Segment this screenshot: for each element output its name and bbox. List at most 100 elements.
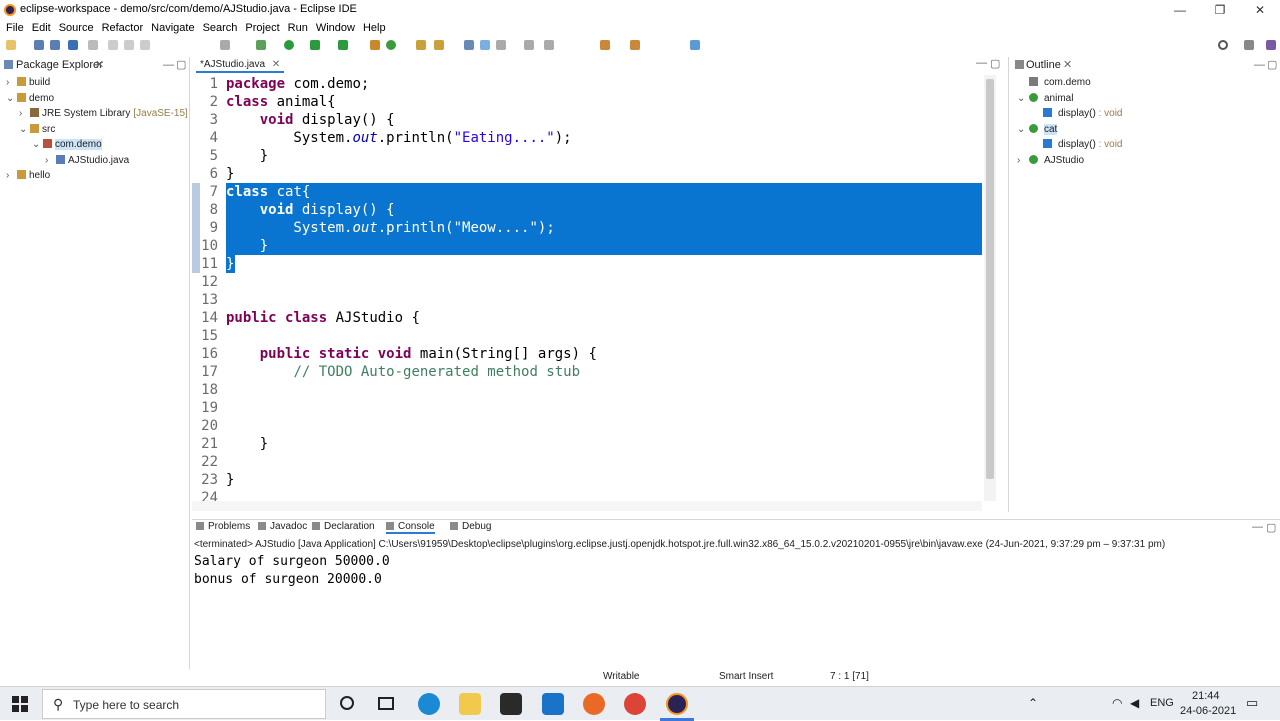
new-icon[interactable] xyxy=(6,40,16,50)
code-area[interactable]: 1 package com.demo; 2 class animal{3 void d… xyxy=(192,75,982,501)
maximize-outline-icon[interactable]: ▢ xyxy=(1267,57,1277,73)
code-line[interactable]: 6} xyxy=(192,165,982,183)
package-tree-item[interactable]: › AJStudio.java xyxy=(45,154,129,166)
edge-icon[interactable] xyxy=(418,693,440,715)
debug-icon[interactable] xyxy=(256,40,266,50)
highlight-icon[interactable] xyxy=(480,40,490,50)
tab-console[interactable]: Console xyxy=(386,521,435,534)
code-line[interactable]: 23} xyxy=(192,471,982,489)
search-icon[interactable] xyxy=(1218,40,1228,50)
chevron-right-icon[interactable]: › xyxy=(45,155,55,166)
annotation-icon[interactable] xyxy=(464,40,474,50)
maximize-view-icon[interactable]: ▢ xyxy=(176,57,186,73)
store-icon[interactable] xyxy=(500,693,522,715)
tab-javadoc[interactable]: Javadoc xyxy=(258,521,307,532)
package-tree-item[interactable]: ⌄ demo xyxy=(6,92,54,104)
chevron-down-icon[interactable]: ⌄ xyxy=(1017,93,1027,104)
maximize-button[interactable]: ❐ xyxy=(1200,0,1240,20)
external-tools-icon[interactable] xyxy=(338,40,348,50)
code-line[interactable]: 15 xyxy=(192,327,982,345)
outline-item[interactable]: › AJStudio xyxy=(1017,154,1084,166)
task-view-icon[interactable] xyxy=(378,697,394,710)
mail-icon[interactable] xyxy=(542,693,564,715)
close-button[interactable]: ✕ xyxy=(1240,0,1280,20)
package-tree-item[interactable]: ⌄ src xyxy=(19,123,55,135)
code-line[interactable]: 10 } xyxy=(192,237,982,255)
close-editor-icon[interactable]: ✕ xyxy=(272,59,280,70)
menu-window[interactable]: Window xyxy=(312,20,359,36)
menu-search[interactable]: Search xyxy=(199,20,242,36)
menu-run[interactable]: Run xyxy=(284,20,312,36)
chevron-down-icon[interactable]: ⌄ xyxy=(32,139,42,150)
tab-problems[interactable]: Problems xyxy=(196,521,250,532)
code-line[interactable]: 7 class cat{ xyxy=(192,183,982,201)
clock-time[interactable]: 21:44 xyxy=(1192,690,1220,702)
file-explorer-icon[interactable] xyxy=(459,693,481,715)
maximize-console-icon[interactable]: ▢ xyxy=(1266,521,1276,534)
code-line[interactable]: 1 package com.demo; xyxy=(192,75,982,93)
suspend-icon[interactable] xyxy=(124,40,134,50)
package-tree-item[interactable]: › build xyxy=(6,77,50,88)
outline-tab[interactable]: Outline xyxy=(1026,57,1061,73)
perspective-icon[interactable] xyxy=(1244,40,1254,50)
tray-chevron-icon[interactable]: ⌃ xyxy=(1028,696,1038,710)
package-tree-item[interactable]: › hello xyxy=(6,170,50,181)
outline-item[interactable]: ⌄ cat xyxy=(1017,123,1058,135)
editor-tab[interactable]: *AJStudio.java ✕ xyxy=(196,57,285,73)
package-tree-item[interactable]: › JRE System Library [JavaSE-15] xyxy=(19,108,188,119)
outline-item[interactable]: display() : void xyxy=(1041,108,1122,119)
code-line[interactable]: 19 xyxy=(192,399,982,417)
show-whitespace-icon[interactable] xyxy=(524,40,534,50)
block-select-icon[interactable] xyxy=(496,40,506,50)
toggle-icon[interactable] xyxy=(220,40,230,50)
chevron-right-icon[interactable]: › xyxy=(19,108,29,119)
chevron-right-icon[interactable]: › xyxy=(6,77,16,88)
code-line[interactable]: 12 xyxy=(192,273,982,291)
forward-icon[interactable] xyxy=(630,40,640,50)
eclipse-taskbar-icon[interactable] xyxy=(666,693,688,715)
code-line[interactable]: 21 } xyxy=(192,435,982,453)
chrome-icon[interactable] xyxy=(624,693,646,715)
editor-scroll-thumb[interactable] xyxy=(986,79,994,479)
terminate-icon[interactable] xyxy=(140,40,150,50)
code-line[interactable]: 13 xyxy=(192,291,982,309)
minimize-editor-icon[interactable]: — xyxy=(976,57,987,69)
wifi-icon[interactable]: ◠ xyxy=(1112,696,1122,710)
code-line[interactable]: 24 xyxy=(192,489,982,501)
code-line[interactable]: 3 void display() { xyxy=(192,111,982,129)
code-line[interactable]: 16 public static void main(String[] args… xyxy=(192,345,982,363)
tab-debug[interactable]: Debug xyxy=(450,521,491,532)
code-line[interactable]: 20 xyxy=(192,417,982,435)
minimize-button[interactable]: — xyxy=(1160,0,1200,20)
menu-edit[interactable]: Edit xyxy=(28,20,55,36)
menu-source[interactable]: Source xyxy=(55,20,98,36)
save-all-icon[interactable] xyxy=(50,40,60,50)
minimize-console-icon[interactable]: — xyxy=(1252,521,1263,533)
code-line[interactable]: 4 System.out.println("Eating...."); xyxy=(192,129,982,147)
close-outline-icon[interactable]: ✕ xyxy=(1063,57,1072,73)
chevron-down-icon[interactable]: ⌄ xyxy=(1017,124,1027,135)
coverage-icon[interactable] xyxy=(310,40,320,50)
editor-hscrollbar[interactable] xyxy=(192,501,982,511)
run-icon[interactable] xyxy=(284,40,294,50)
code-line[interactable]: 17 // TODO Auto-generated method stub xyxy=(192,363,982,381)
chevron-down-icon[interactable]: ⌄ xyxy=(19,124,29,135)
open-type-icon[interactable] xyxy=(416,40,426,50)
back-icon[interactable] xyxy=(600,40,610,50)
outline-item[interactable]: display() : void xyxy=(1041,139,1122,150)
code-line[interactable]: 8 void display() { xyxy=(192,201,982,219)
notification-icon[interactable]: ▭ xyxy=(1246,695,1258,711)
menu-help[interactable]: Help xyxy=(359,20,390,36)
menu-navigate[interactable]: Navigate xyxy=(147,20,198,36)
volume-icon[interactable]: ◀ xyxy=(1130,696,1139,710)
terminal-icon[interactable] xyxy=(68,40,78,50)
pin-editor-icon[interactable] xyxy=(690,40,700,50)
package-explorer-tab[interactable]: Package Explorer xyxy=(16,57,103,73)
resume-icon[interactable] xyxy=(108,40,118,50)
outline-item[interactable]: ⌄ animal xyxy=(1017,92,1073,104)
search-tool-icon[interactable] xyxy=(434,40,444,50)
code-line[interactable]: 2 class animal{ xyxy=(192,93,982,111)
new-class-icon[interactable] xyxy=(386,40,396,50)
minimize-view-icon[interactable]: — xyxy=(163,57,174,73)
code-line[interactable]: 11} xyxy=(192,255,982,273)
